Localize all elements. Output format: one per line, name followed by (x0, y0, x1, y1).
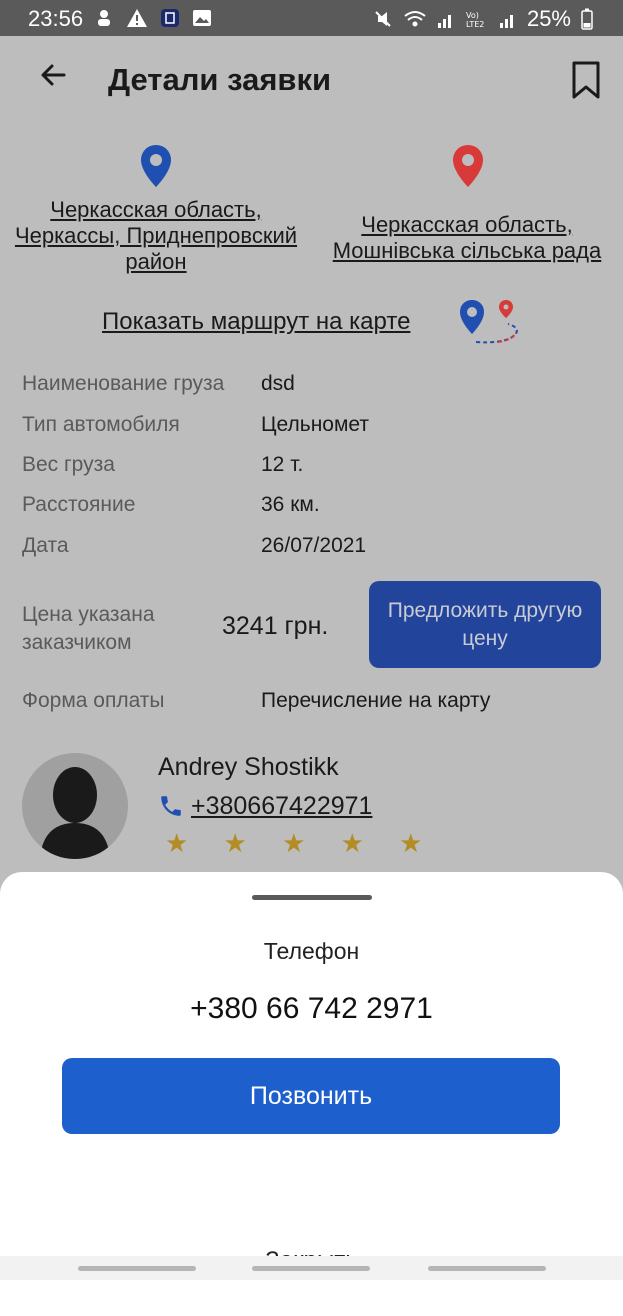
signal-icon-2 (499, 15, 513, 28)
app-icon (161, 9, 179, 27)
sheet-phone-number: +380 66 742 2971 (190, 992, 433, 1025)
app-screen: Детали заявки Черкасская область, Черкас… (0, 36, 623, 1316)
detail-value: 12 т. (261, 453, 304, 476)
svg-text:LTE2: LTE2 (466, 20, 484, 29)
notification-icon (98, 10, 110, 26)
rating-stars: ★ ★ ★ ★ ★ (165, 828, 437, 858)
call-button-label: Позвонить (249, 1081, 373, 1110)
detail-value: Цельномет (261, 413, 370, 436)
detail-value: dsd (261, 372, 295, 395)
destination-location-link[interactable]: Черкасская область, Мошнівська сільська … (316, 212, 618, 264)
phone-icon (161, 796, 181, 816)
status-bar: 23:56 Vo) LTE2 25% (0, 0, 623, 36)
user-silhouette-icon (40, 767, 110, 859)
detail-label: Дата (22, 534, 69, 557)
sheet-drag-handle[interactable] (252, 895, 372, 900)
gallery-icon (193, 10, 211, 26)
payment-label: Форма оплаты (22, 689, 165, 712)
status-right-icons: Vo) LTE2 25% (373, 6, 593, 32)
customer-name: Andrey Shostikk (158, 753, 339, 781)
lte-icon: Vo)LTE2 (466, 11, 484, 29)
show-route-link[interactable]: Показать маршрут на карте (102, 308, 410, 336)
origin-location-link[interactable]: Черкасская область, Черкассы, Приднепров… (0, 197, 312, 275)
bookmark-icon[interactable] (570, 60, 602, 100)
signal-icon (437, 15, 451, 28)
detail-label: Вес груза (22, 453, 115, 476)
customer-phone-link[interactable]: +380667422971 (191, 792, 372, 821)
mute-icon (375, 11, 391, 27)
offer-price-button[interactable]: Предложить другую цену (369, 581, 601, 668)
nav-back-button[interactable] (428, 1266, 546, 1271)
detail-label: Тип автомобиля (22, 413, 180, 436)
payment-value: Перечисление на карту (261, 689, 491, 712)
status-left-icons (94, 8, 212, 28)
nav-recent-button[interactable] (78, 1266, 196, 1271)
warning-icon (127, 9, 147, 27)
avatar (22, 753, 128, 859)
sheet-title: Телефон (263, 938, 360, 964)
detail-label: Расстояние (22, 493, 136, 516)
back-arrow-icon[interactable] (38, 60, 68, 90)
wifi-icon (404, 11, 426, 27)
detail-value: 26/07/2021 (261, 534, 367, 557)
nav-home-button[interactable] (252, 1266, 370, 1271)
battery-icon (581, 8, 593, 30)
system-nav-bar (0, 1256, 623, 1280)
svg-text:Vo): Vo) (466, 11, 479, 20)
route-map-icon[interactable] (458, 298, 524, 350)
destination-pin-icon (453, 145, 483, 187)
battery-percent: 25% (526, 6, 571, 31)
bottom-sheet: Телефон +380 66 742 2971 Позвонить Закры… (0, 872, 623, 1316)
price-value: 3241 грн. (222, 612, 329, 640)
call-button[interactable]: Позвонить (62, 1058, 560, 1134)
page-title: Детали заявки (108, 62, 332, 97)
offer-price-label: Предложить другую цену (387, 598, 583, 650)
detail-label: Наименование груза (22, 372, 225, 395)
origin-pin-icon (141, 145, 171, 187)
detail-value: 36 км. (261, 493, 320, 516)
top-app-bar: Детали заявки (0, 36, 623, 126)
price-label: Цена указана заказчиком (22, 603, 155, 654)
status-time: 23:56 (28, 6, 84, 31)
